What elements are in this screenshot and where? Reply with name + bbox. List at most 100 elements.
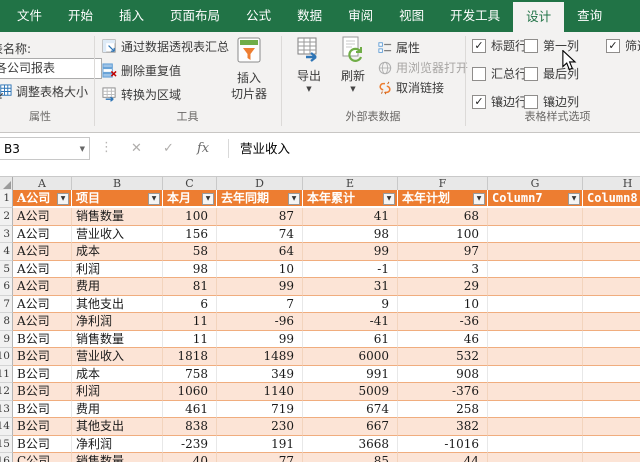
cell[interactable]: 利润 <box>72 383 163 401</box>
cell[interactable] <box>583 348 640 366</box>
remove-duplicates-button[interactable]: 删除重复值 <box>102 62 181 79</box>
cell[interactable]: -1 <box>303 260 398 278</box>
cell[interactable] <box>583 226 640 243</box>
ribbon-tab[interactable]: 视图 <box>386 0 437 32</box>
row-number[interactable]: 10 <box>0 348 13 366</box>
cell[interactable]: A公司 <box>13 208 72 226</box>
header-cell[interactable]: Column7 ▼ <box>488 190 583 208</box>
refresh-button[interactable]: 刷新 ▼ <box>332 36 374 93</box>
ribbon-tab[interactable]: 设计 <box>513 2 565 32</box>
cell[interactable]: A公司 <box>13 295 72 313</box>
cell[interactable]: 461 <box>163 400 217 418</box>
row-number[interactable]: 11 <box>0 365 13 383</box>
cancel-icon[interactable]: ✕ <box>131 137 142 160</box>
cell[interactable] <box>488 435 583 453</box>
cell[interactable]: 10 <box>217 260 303 278</box>
header-cell[interactable]: 去年同期 ▼ <box>217 190 303 208</box>
cell[interactable]: A公司 <box>13 243 72 261</box>
style-option-checkbox[interactable]: 镶边列 <box>524 94 579 109</box>
column-letter[interactable]: C <box>163 177 217 191</box>
cell[interactable]: -36 <box>398 313 488 331</box>
cell[interactable]: 258 <box>398 400 488 418</box>
header-cell[interactable]: 项目 ▼ <box>72 190 163 208</box>
header-cell[interactable]: 本月 ▼ <box>163 190 217 208</box>
cell[interactable]: 58 <box>163 243 217 261</box>
style-option-checkbox[interactable]: ✓ 镶边行 <box>472 94 527 109</box>
header-cell[interactable]: Column8▼ <box>583 190 640 208</box>
cell[interactable]: 利润 <box>72 260 163 278</box>
ribbon-tab[interactable]: 页面布局 <box>157 0 233 32</box>
row-number[interactable]: 5 <box>0 260 13 278</box>
convert-to-range-button[interactable]: 转换为区域 <box>102 86 181 103</box>
cell[interactable]: 97 <box>398 243 488 261</box>
row-number[interactable]: 3 <box>0 225 13 243</box>
ribbon-tab[interactable]: 插入 <box>106 0 157 32</box>
row-number[interactable]: 7 <box>0 295 13 313</box>
name-box[interactable]: B3 ▼ <box>0 137 90 160</box>
cell[interactable]: 61 <box>303 330 398 348</box>
cell[interactable]: 6 <box>163 295 217 313</box>
cell[interactable]: 6000 <box>303 348 398 366</box>
cell[interactable]: 758 <box>163 365 217 383</box>
column-letter[interactable]: D <box>217 177 303 191</box>
cell[interactable] <box>583 331 640 348</box>
cell[interactable]: 87 <box>217 208 303 226</box>
cell[interactable]: 销售数量 <box>72 453 163 462</box>
cell[interactable] <box>488 330 583 348</box>
cell[interactable] <box>488 453 583 462</box>
cell[interactable]: 719 <box>217 400 303 418</box>
row-number[interactable]: 8 <box>0 313 13 331</box>
formula-bar-resize-handle[interactable]: ⋮ <box>100 140 113 155</box>
cell[interactable]: 44 <box>398 453 488 462</box>
filter-dropdown-icon[interactable]: ▼ <box>288 193 300 205</box>
cell[interactable]: B公司 <box>13 418 72 436</box>
cell[interactable]: A公司 <box>13 313 72 331</box>
style-option-checkbox[interactable]: 汇总行 <box>472 66 527 81</box>
column-letter[interactable]: F <box>398 177 488 191</box>
filter-dropdown-icon[interactable]: ▼ <box>383 193 395 205</box>
cell[interactable]: 85 <box>303 453 398 462</box>
cell[interactable]: 其他支出 <box>72 295 163 313</box>
cell[interactable]: 667 <box>303 418 398 436</box>
cell[interactable] <box>488 243 583 261</box>
cell[interactable]: 99 <box>303 243 398 261</box>
cell[interactable] <box>488 313 583 331</box>
style-option-checkbox[interactable]: ✓ 标题行 <box>472 38 527 53</box>
style-option-checkbox[interactable]: ✓ 筛选按钮 <box>606 38 640 53</box>
cell[interactable]: 40 <box>163 453 217 462</box>
cell[interactable]: 99 <box>217 330 303 348</box>
cell[interactable] <box>488 260 583 278</box>
cell[interactable]: -96 <box>217 313 303 331</box>
cell[interactable]: 991 <box>303 365 398 383</box>
cell[interactable]: 156 <box>163 225 217 243</box>
ribbon-tab[interactable]: 数据 <box>284 0 335 32</box>
cell[interactable]: 费用 <box>72 400 163 418</box>
cell[interactable]: 11 <box>163 330 217 348</box>
filter-dropdown-icon[interactable]: ▼ <box>568 193 580 205</box>
cell[interactable]: -376 <box>398 383 488 401</box>
cell[interactable]: 908 <box>398 365 488 383</box>
cell[interactable] <box>488 400 583 418</box>
ribbon-tab[interactable]: 查询 <box>564 0 615 32</box>
cell[interactable]: 382 <box>398 418 488 436</box>
header-cell[interactable]: 本年计划 ▼ <box>398 190 488 208</box>
cell[interactable]: 3 <box>398 260 488 278</box>
cell[interactable]: A公司 <box>13 260 72 278</box>
cell[interactable]: 77 <box>217 453 303 462</box>
cell[interactable]: -239 <box>163 435 217 453</box>
external-properties-button[interactable]: 属性 <box>378 39 420 56</box>
cell[interactable] <box>583 366 640 383</box>
cell[interactable]: 11 <box>163 313 217 331</box>
cell[interactable]: 10 <box>398 295 488 313</box>
cell[interactable]: 销售数量 <box>72 208 163 226</box>
row-number[interactable]: 16 <box>0 453 13 462</box>
column-letter[interactable]: E <box>303 177 398 191</box>
cell[interactable] <box>488 208 583 226</box>
cell[interactable]: 46 <box>398 330 488 348</box>
insert-slicer-button[interactable]: 插入 切片器 <box>222 36 276 102</box>
cell[interactable]: 64 <box>217 243 303 261</box>
cell[interactable]: -1016 <box>398 435 488 453</box>
column-letter[interactable]: A <box>13 177 72 191</box>
cell[interactable]: 29 <box>398 278 488 296</box>
row-number[interactable]: 2 <box>0 208 13 226</box>
